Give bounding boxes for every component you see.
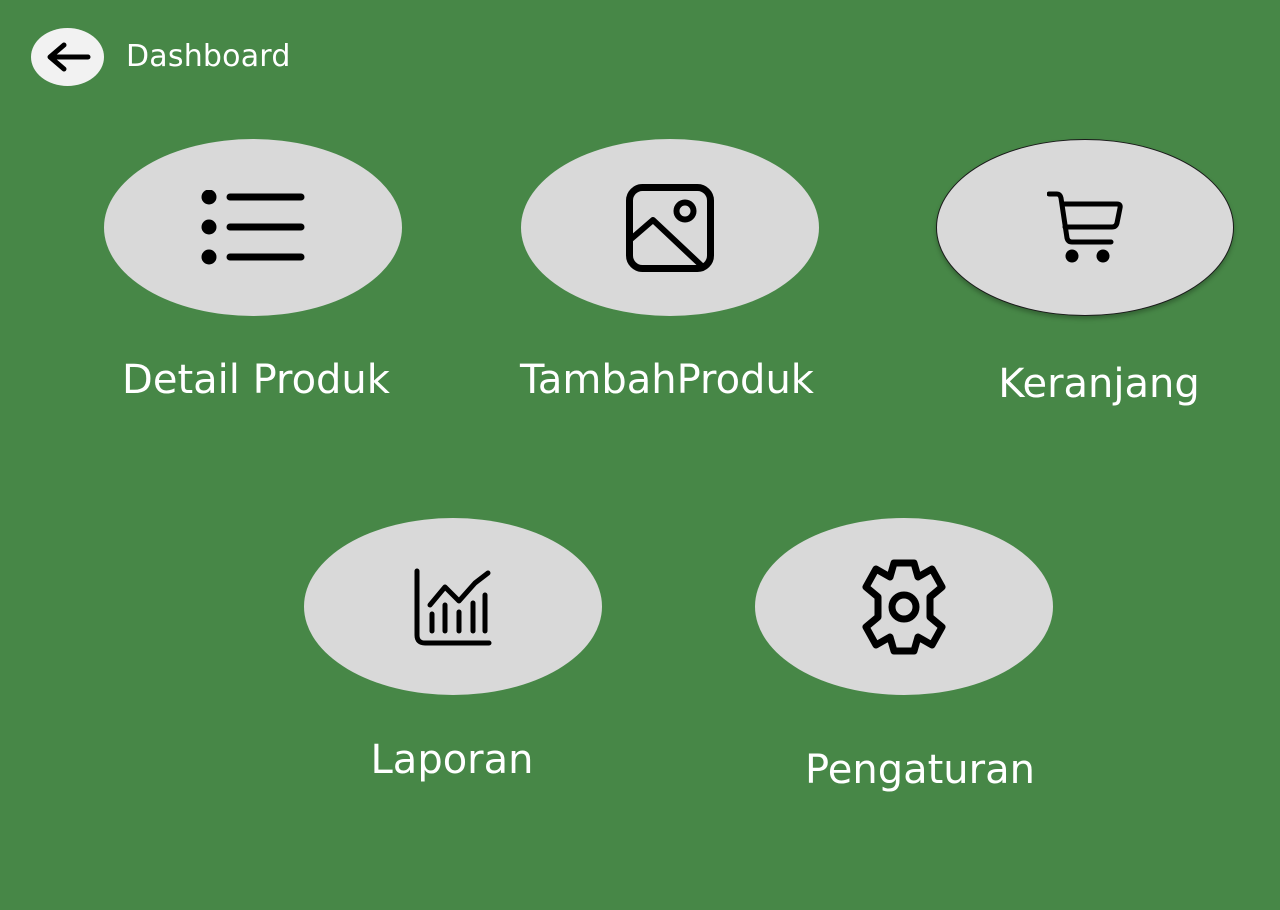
tambah-produk-button[interactable] — [521, 139, 819, 316]
keranjang-button[interactable] — [936, 139, 1234, 316]
image-icon — [626, 183, 714, 272]
laporan-label[interactable]: Laporan — [371, 736, 534, 784]
laporan-button[interactable] — [304, 518, 602, 695]
keranjang-label[interactable]: Keranjang — [998, 360, 1200, 408]
arrow-left-icon — [44, 41, 92, 73]
back-button[interactable] — [31, 28, 104, 86]
page-title: Dashboard — [126, 39, 291, 74]
gear-icon — [856, 555, 952, 659]
pengaturan-button[interactable] — [755, 518, 1053, 695]
detail-produk-label[interactable]: Detail Produk — [122, 356, 390, 404]
detail-produk-button[interactable] — [104, 139, 402, 316]
list-icon — [201, 189, 305, 266]
chart-icon — [413, 567, 493, 647]
pengaturan-label[interactable]: Pengaturan — [805, 746, 1035, 794]
tambah-produk-label[interactable]: TambahProduk — [520, 356, 814, 404]
shopping-cart-icon — [1047, 190, 1123, 266]
